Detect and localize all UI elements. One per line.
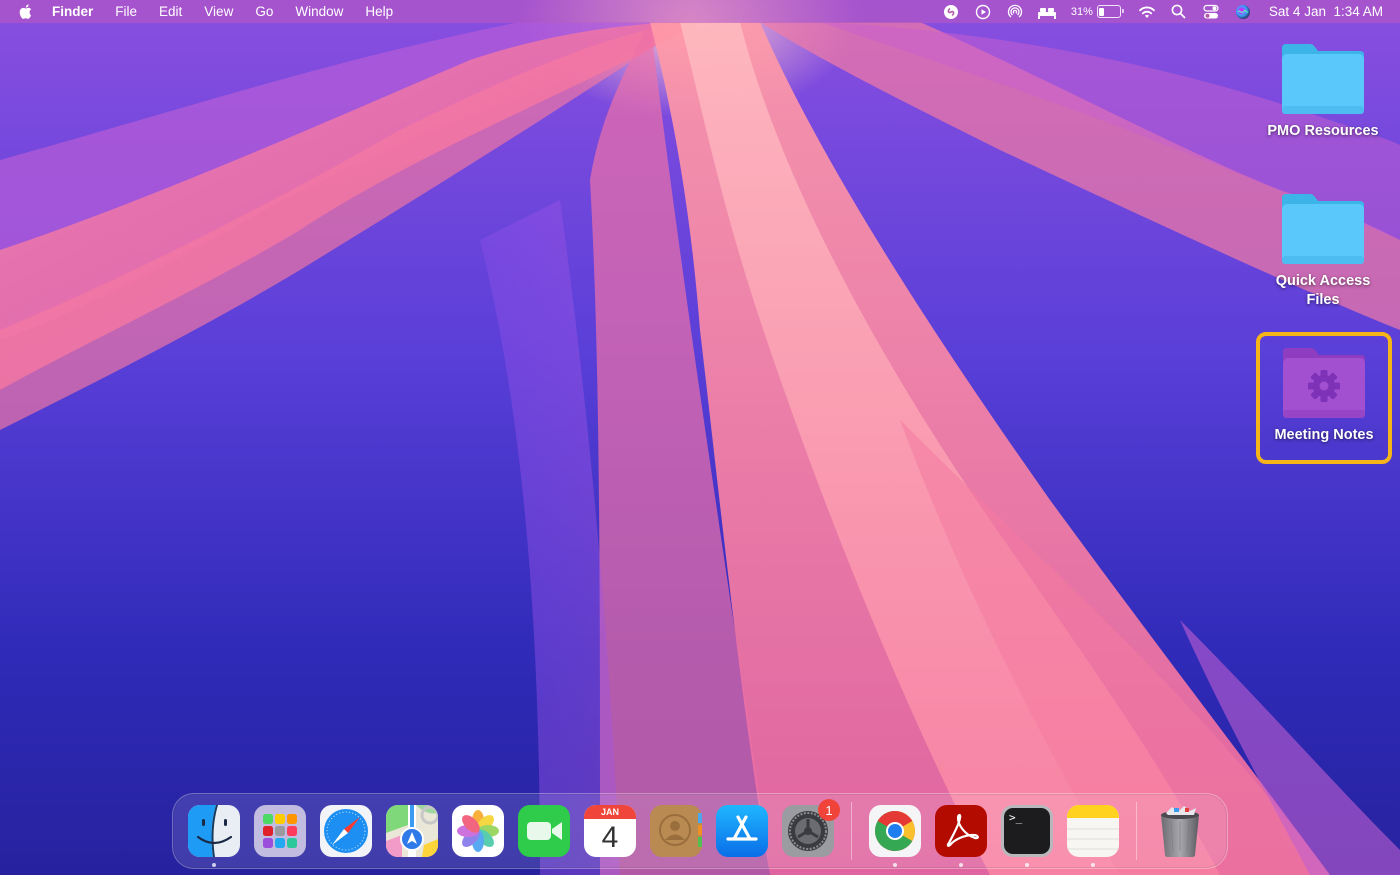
desktop-wallpaper xyxy=(0,0,1400,875)
notes-icon xyxy=(1067,805,1119,857)
folder-icon xyxy=(1278,190,1368,266)
maps-icon xyxy=(386,805,438,857)
bed-sleep-icon[interactable] xyxy=(1037,2,1057,22)
photos-flower-icon xyxy=(452,805,504,857)
desktop-icon-label: PMO Resources xyxy=(1258,122,1388,141)
battery-level xyxy=(1099,8,1104,16)
dock-app-notes[interactable] xyxy=(1067,805,1119,857)
desktop-folder-meeting-notes[interactable]: Meeting Notes xyxy=(1256,332,1392,464)
siri-icon[interactable] xyxy=(1233,2,1253,22)
shazam-icon[interactable] xyxy=(941,2,961,22)
running-indicator xyxy=(1025,863,1029,867)
finder-icon xyxy=(188,805,240,857)
dock-app-photos[interactable] xyxy=(452,805,504,857)
dock-app-system-settings[interactable]: 1 xyxy=(782,805,834,857)
apple-logo-icon[interactable] xyxy=(18,3,34,20)
menu-view[interactable]: View xyxy=(193,0,244,23)
wallpaper-rays xyxy=(0,0,1400,875)
calendar-month: JAN xyxy=(584,805,636,819)
terminal-prompt: >_ xyxy=(1004,808,1050,854)
folder-gear-icon xyxy=(1279,344,1369,420)
dock-app-safari[interactable] xyxy=(320,805,372,857)
running-indicator xyxy=(959,863,963,867)
running-indicator xyxy=(1091,863,1095,867)
dock: JAN 4 xyxy=(172,793,1228,869)
dock-app-maps[interactable] xyxy=(386,805,438,857)
dock-trash[interactable] xyxy=(1154,805,1206,857)
dock-divider xyxy=(1136,802,1137,860)
acrobat-icon xyxy=(935,805,987,857)
dock-app-calendar[interactable]: JAN 4 xyxy=(584,805,636,857)
terminal-icon: >_ xyxy=(1001,805,1053,857)
battery-percentage: 31% xyxy=(1071,6,1093,18)
desktop-folder-quick-access-files[interactable]: Quick Access Files xyxy=(1258,190,1388,310)
desktop-icon-label: Meeting Notes xyxy=(1260,426,1388,445)
dock-app-facetime[interactable] xyxy=(518,805,570,857)
wifi-icon[interactable] xyxy=(1137,2,1157,22)
calendar-day: 4 xyxy=(584,819,636,857)
calendar-icon: JAN 4 xyxy=(584,805,636,857)
menu-window[interactable]: Window xyxy=(284,0,354,23)
dock-app-adobe-acrobat[interactable] xyxy=(935,805,987,857)
dock-app-google-chrome[interactable] xyxy=(869,805,921,857)
dock-app-contacts[interactable] xyxy=(650,805,702,857)
running-indicator xyxy=(212,863,216,867)
menu-file[interactable]: File xyxy=(104,0,148,23)
menu-help[interactable]: Help xyxy=(354,0,404,23)
menu-edit[interactable]: Edit xyxy=(148,0,193,23)
notification-badge: 1 xyxy=(818,799,840,821)
dock-app-app-store[interactable] xyxy=(716,805,768,857)
running-indicator xyxy=(893,863,897,867)
facetime-camera-icon xyxy=(518,805,570,857)
menubar-clock[interactable]: Sat 4 Jan 1:34 AM xyxy=(1269,4,1383,19)
control-center-icon[interactable] xyxy=(1201,2,1221,22)
safari-compass-icon xyxy=(320,805,372,857)
menu-app-finder[interactable]: Finder xyxy=(52,0,104,23)
dock-app-finder[interactable] xyxy=(188,805,240,857)
menu-go[interactable]: Go xyxy=(244,0,284,23)
launchpad-icon xyxy=(254,805,306,857)
folder-icon xyxy=(1278,40,1368,116)
dock-app-launchpad[interactable] xyxy=(254,805,306,857)
desktop-icon-label: Quick Access Files xyxy=(1267,272,1379,310)
chrome-icon xyxy=(869,805,921,857)
trash-full-icon xyxy=(1154,805,1206,857)
dock-divider xyxy=(851,802,852,860)
dock-app-terminal[interactable]: >_ xyxy=(1001,805,1053,857)
menu-bar: Finder File Edit View Go Window Help 31% xyxy=(0,0,1400,23)
airdrop-icon[interactable] xyxy=(1005,2,1025,22)
desktop-folder-pmo-resources[interactable]: PMO Resources xyxy=(1258,40,1388,141)
now-playing-icon[interactable] xyxy=(973,2,993,22)
spotlight-search-icon[interactable] xyxy=(1169,2,1189,22)
contacts-icon xyxy=(650,805,702,857)
battery-icon[interactable] xyxy=(1097,5,1121,18)
app-store-icon xyxy=(716,805,768,857)
